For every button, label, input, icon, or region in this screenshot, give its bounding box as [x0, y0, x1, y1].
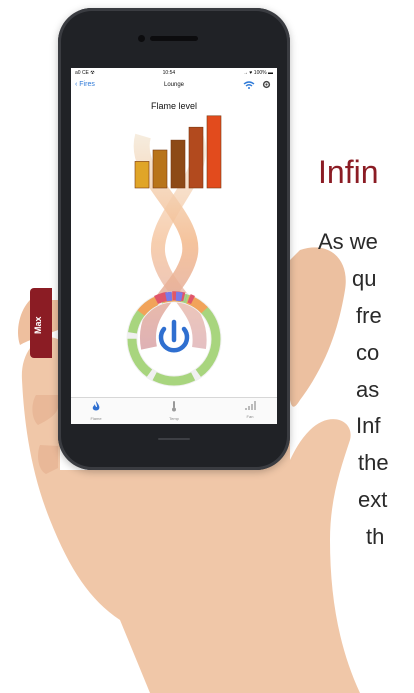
- tab-fan[interactable]: Fan: [235, 401, 265, 419]
- tab-temp[interactable]: Temp: [159, 401, 189, 421]
- tab-label: Flame: [90, 416, 102, 421]
- tab-bar: Flame Temp Fan: [71, 397, 277, 424]
- body-text-line: the: [358, 450, 389, 475]
- tab-label: Temp: [169, 416, 179, 421]
- nav-bar: ‹ Fires Lounge: [71, 79, 277, 95]
- home-indicator: [158, 438, 190, 440]
- heading: Infin: [318, 154, 379, 190]
- thermometer-icon: [159, 401, 189, 415]
- flame-level-bar[interactable]: [152, 149, 168, 189]
- flame-icon: [81, 401, 111, 415]
- flame-level-bar[interactable]: [188, 126, 204, 189]
- flame-level-bar[interactable]: [134, 161, 150, 189]
- carrier-indicator: a0 CE ☢: [75, 70, 95, 76]
- power-icon: [158, 319, 190, 353]
- phone-device: a0 CE ☢ 10:54 → ♥ 100% ▬ ‹ Fires Lounge …: [30, 8, 290, 470]
- status-bar: a0 CE ☢ 10:54 → ♥ 100% ▬: [71, 68, 277, 78]
- max-button[interactable]: Max: [30, 288, 52, 358]
- flame-control: [126, 115, 222, 387]
- clock: 10:54: [162, 70, 176, 76]
- speaker-grille: [150, 36, 198, 41]
- camera-icon: [138, 35, 145, 42]
- gear-icon[interactable]: [262, 80, 271, 91]
- body-text-line: ext: [358, 487, 388, 512]
- body-text-line: Inf: [356, 413, 381, 438]
- body-text-line: fre: [356, 303, 382, 328]
- tab-flame[interactable]: Flame: [81, 401, 111, 421]
- app-screen: a0 CE ☢ 10:54 → ♥ 100% ▬ ‹ Fires Lounge …: [71, 68, 277, 424]
- body-text-line: qu: [352, 266, 377, 291]
- body-text-line: th: [366, 524, 385, 549]
- body-text-line: co: [356, 340, 380, 365]
- signal-icon: [235, 401, 265, 413]
- body-text-line: as: [356, 377, 380, 402]
- body-text-line: As we: [318, 229, 378, 254]
- max-label: Max: [33, 316, 43, 334]
- battery-indicator: → ♥ 100% ▬: [243, 70, 273, 76]
- flame-level-bar[interactable]: [170, 139, 186, 189]
- wifi-icon[interactable]: [243, 81, 255, 91]
- flame-level-bar[interactable]: [206, 115, 222, 189]
- tab-label: Fan: [246, 414, 254, 419]
